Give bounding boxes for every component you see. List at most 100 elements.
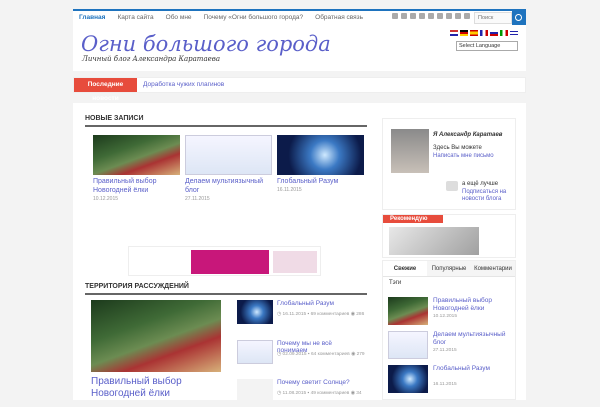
post-thumbnail[interactable]	[93, 135, 180, 175]
list-title[interactable]: Глобальный Разум	[277, 300, 334, 307]
flag-ru-icon[interactable]	[490, 30, 498, 36]
flag-es-icon[interactable]	[470, 30, 478, 36]
instagram-icon[interactable]	[446, 13, 452, 19]
post-title[interactable]: Правильный выбор Новогодней ёлки	[93, 177, 180, 195]
sidebar-post-title[interactable]: Глобальный Разум	[433, 365, 511, 373]
sidebar-post-date: 27.11.2015	[433, 348, 457, 353]
search-button[interactable]	[512, 11, 526, 25]
views-icon: ◉	[350, 391, 355, 396]
email-icon[interactable]	[455, 13, 461, 19]
vk-icon[interactable]	[464, 13, 470, 19]
clock-icon: ◷	[277, 391, 282, 396]
clock-icon: ◷	[277, 352, 282, 357]
sidebar-post[interactable]: Правильный выбор Новогодней ёлки 10.12.2…	[388, 297, 512, 327]
comments-icon: ▪	[307, 312, 310, 317]
list-item[interactable]: Почему мы не всё понимаем ◷ 02.09.2015 ▪…	[237, 340, 365, 368]
site-title[interactable]: Огни большого города	[81, 32, 331, 56]
posts-tabs: Свежие Популярные Комментарии Тэги Прави…	[382, 260, 516, 400]
write-email-link[interactable]: Написать мне письмо	[433, 153, 494, 159]
comments-icon: ▪	[307, 391, 310, 396]
post-thumbnail[interactable]	[277, 135, 364, 175]
author-photo	[391, 129, 429, 173]
territory-heading: Территория рассуждений	[85, 283, 367, 295]
nav-home[interactable]: Главная	[73, 11, 111, 25]
language-select[interactable]: Select Language	[456, 41, 518, 51]
recommend-widget: Рекомендую	[382, 214, 516, 258]
facebook-icon[interactable]	[410, 13, 416, 19]
sidebar-post[interactable]: Глобальный Разум 16.11.2015	[388, 365, 512, 395]
sidebar-thumbnail[interactable]	[388, 297, 428, 325]
main-content: Новые записи Правильный выбор Новогодней…	[73, 103, 526, 403]
nav-sitemap[interactable]: Карта сайта	[111, 11, 159, 25]
subscribe-link[interactable]: Подписаться на новости блога	[462, 189, 514, 203]
post-title[interactable]: Глобальный Разум	[277, 177, 364, 186]
sidebar-post[interactable]: Делаем мультиязычный блог 27.11.2015	[388, 331, 512, 361]
flag-it-icon[interactable]	[500, 30, 508, 36]
recommend-heading: Рекомендую	[383, 215, 443, 223]
flag-de-icon[interactable]	[460, 30, 468, 36]
list-meta: ◷ 11.08.2015 ▪ 49 комментариев ◉ 34	[277, 391, 362, 396]
flag-uk-icon[interactable]	[450, 30, 458, 36]
advertisement-banner[interactable]	[128, 246, 321, 276]
tab-tags[interactable]: Тэги	[383, 277, 515, 289]
list-meta: ◷ 16.11.2015 ▪ 69 комментариев ◉ 286	[277, 312, 365, 317]
featured-title[interactable]: Правильный выбор Новогодней ёлки	[91, 376, 231, 400]
rss-icon[interactable]	[392, 13, 398, 19]
nav-about[interactable]: Обо мне	[160, 11, 198, 25]
language-flags	[450, 30, 518, 36]
list-item[interactable]: Глобальный Разум ◷ 16.11.2015 ▪ 69 комме…	[237, 300, 364, 328]
post-card[interactable]: Делаем мультиязычный блог 27.11.2015	[185, 135, 272, 202]
clock-icon: ◷	[277, 312, 282, 317]
sidebar-thumbnail[interactable]	[388, 331, 428, 359]
ad-image	[273, 251, 317, 273]
sidebar-post-date: 16.11.2015	[433, 382, 457, 387]
list-title[interactable]: Почему светит Солнце?	[277, 379, 350, 386]
post-thumbnail[interactable]	[185, 135, 272, 175]
nav-why[interactable]: Почему «Огни большого города?	[198, 11, 310, 25]
tab-comments[interactable]: Комментарии	[471, 261, 515, 276]
top-navigation-bar: Главная Карта сайта Обо мне Почему «Огни…	[73, 9, 526, 25]
tab-row: Свежие Популярные Комментарии	[383, 261, 515, 277]
ad-logo	[133, 251, 188, 273]
twitter-icon[interactable]	[419, 13, 425, 19]
post-date: 10.12.2015	[93, 196, 119, 202]
sidebar-thumbnail[interactable]	[388, 365, 428, 393]
rss-icon[interactable]	[446, 181, 458, 191]
sidebar-post-date: 10.12.2015	[433, 314, 458, 319]
list-meta: ◷ 02.09.2015 ▪ 64 комментариев ◉ 279	[277, 352, 365, 357]
list-item[interactable]: Почему светит Солнце? ◷ 11.08.2015 ▪ 49 …	[237, 379, 362, 407]
social-icons	[392, 13, 470, 19]
new-posts-heading: Новые записи	[85, 115, 367, 127]
ticker-label: Последние новости	[74, 78, 137, 102]
recommend-banner[interactable]	[389, 227, 479, 255]
tab-fresh[interactable]: Свежие	[383, 261, 427, 276]
sidebar-post-title[interactable]: Делаем мультиязычный блог	[433, 331, 511, 347]
search-input[interactable]	[474, 12, 512, 24]
site-description: Личный блог Александра Каратаева	[82, 55, 221, 63]
nav-contact[interactable]: Обратная связь	[309, 11, 369, 25]
featured-thumbnail[interactable]	[91, 300, 221, 372]
views-icon: ◉	[351, 352, 356, 357]
tab-popular[interactable]: Популярные	[427, 261, 471, 276]
author-widget: Я Александр Каратаев Здесь Вы можете Нап…	[382, 118, 516, 210]
list-thumbnail[interactable]	[237, 340, 273, 364]
author-text: а ещё лучше	[462, 181, 499, 187]
site-header: Огни большого города Личный блог Алексан…	[73, 25, 526, 71]
flag-il-icon[interactable]	[510, 30, 518, 36]
author-text: Здесь Вы можете	[433, 145, 482, 151]
list-thumbnail[interactable]	[237, 379, 273, 403]
post-date: 27.11.2015	[185, 196, 210, 202]
post-card[interactable]: Глобальный Разум 16.11.2015	[277, 135, 364, 193]
flag-fr-icon[interactable]	[480, 30, 488, 36]
comments-icon: ▪	[307, 352, 310, 357]
views-icon: ◉	[350, 312, 355, 317]
ticker-link[interactable]: Доработка чужих плагинов	[143, 78, 224, 92]
news-ticker: Последние новости Доработка чужих плагин…	[73, 77, 526, 102]
post-card[interactable]: Правильный выбор Новогодней ёлки 10.12.2…	[93, 135, 180, 202]
youtube-icon[interactable]	[437, 13, 443, 19]
post-title[interactable]: Делаем мультиязычный блог	[185, 177, 272, 195]
google-plus-icon[interactable]	[401, 13, 407, 19]
linkedin-icon[interactable]	[428, 13, 434, 19]
list-thumbnail[interactable]	[237, 300, 273, 324]
sidebar-post-title[interactable]: Правильный выбор Новогодней ёлки	[433, 297, 511, 313]
